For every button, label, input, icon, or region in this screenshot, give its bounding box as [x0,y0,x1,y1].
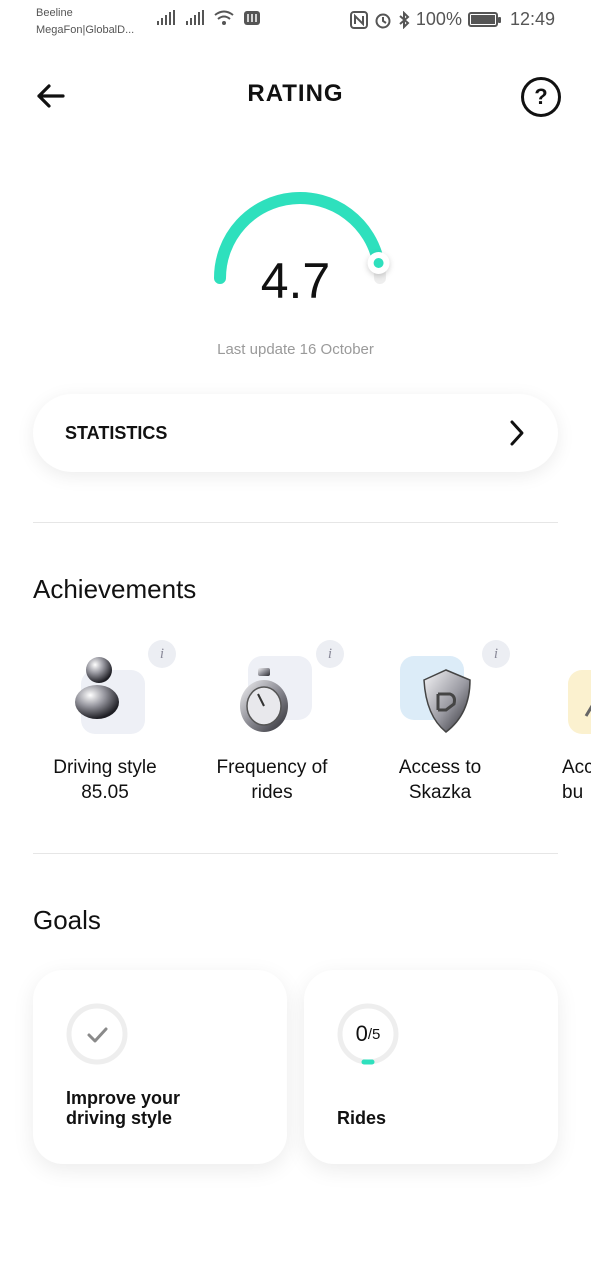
nfc-icon [349,10,368,29]
achievement-label-line2: 85.05 [81,782,129,803]
chevron-right-icon [510,420,524,446]
achievement-label-line2: rides [251,782,293,803]
help-button[interactable]: ? [521,77,561,117]
carrier-1: Beeline [36,7,73,19]
last-update-text: Last update 16 October [217,341,374,358]
shield-icon [423,669,471,733]
statistics-button[interactable]: STATISTICS [33,394,558,472]
goal-label: Rides [337,1108,387,1128]
achievement-frequency-of-rides[interactable]: i Frequency of rides [192,640,352,820]
achievement-label-line1: Access to [398,757,482,778]
achievement-label: Access to Skazka [360,755,520,805]
wifi-icon [214,10,234,25]
signal-icon [157,10,175,25]
goal-count-total: /5 [367,1025,381,1043]
achievement-label: Acc bu [562,755,591,805]
achievement-label-line2: bu [562,782,584,803]
clock: 12:49 [509,9,555,29]
achievement-partial[interactable]: Acc bu [528,640,591,820]
rating-value: 4.7 [260,253,331,309]
stopwatch-icon [240,668,288,732]
achievement-label-line1: Frequency of [216,757,328,778]
person-figure-icon [75,657,119,719]
battery-percent: 100% [415,9,462,29]
statistics-label: STATISTICS [65,422,168,443]
question-icon: ? [534,84,548,109]
achievement-label-line1: Acc [562,757,591,778]
goal-label: Improve your driving style [66,1088,180,1128]
goals-title: Goals [33,905,101,935]
divider [33,853,558,854]
achievement-label: Frequency of rides [192,755,352,805]
status-right: 100% 12:49 [349,9,555,30]
status-bar: Beeline MegaFon|GlobalD... 100% 12:49 [0,0,591,44]
alarm-icon [375,13,391,28]
achievement-driving-style[interactable]: i Driving style 85.05 [25,640,185,820]
achievement-access-to-skazka[interactable]: i Access to Skazka [360,640,520,820]
carrier-names: Beeline MegaFon|GlobalD... [36,5,134,39]
achievement-info-button[interactable]: i [316,640,344,668]
achievements-title: Achievements [33,574,197,604]
divider [33,522,558,523]
achievement-info-button[interactable]: i [148,640,176,668]
network-icons [156,10,261,26]
goal-label-line2: driving style [66,1108,173,1128]
achievement-label: Driving style 85.05 [25,755,185,805]
goal-label-line1: Improve your [66,1088,181,1108]
achievement-info-button[interactable]: i [482,640,510,668]
pen-icon [584,704,591,717]
achievement-label-line2: Skazka [408,782,472,803]
achievements-list[interactable]: i Driving style 85.05 i Frequency of rid… [0,640,591,820]
app-notification-icon [244,11,260,25]
goal-ring [66,1003,128,1065]
achievement-label-line1: Driving style [53,757,157,778]
battery-icon [467,12,501,27]
goal-rides[interactable]: 0/5 Rides [304,970,558,1164]
goal-count: 0/5 [336,1002,400,1066]
check-icon [87,1027,108,1043]
page-title: RATING [247,80,344,107]
carrier-2: MegaFon|GlobalD... [36,24,135,36]
goal-improve-driving-style[interactable]: Improve your driving style [33,970,287,1164]
bluetooth-icon [399,10,410,29]
goal-count-value: 0 [355,1021,368,1046]
signal-icon [186,10,204,25]
